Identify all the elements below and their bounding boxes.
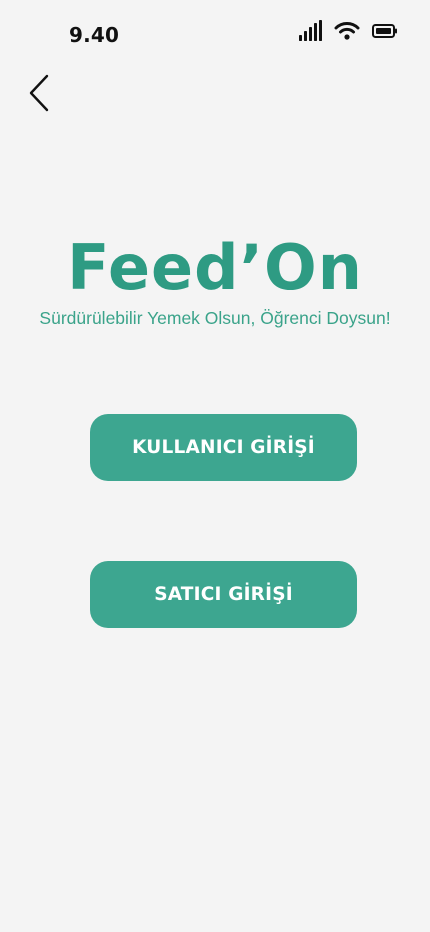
cellular-signal-icon	[299, 20, 322, 41]
seller-login-button[interactable]: SATICI GİRİŞİ	[90, 561, 357, 628]
wifi-icon	[334, 22, 360, 40]
status-time: 9.40	[69, 23, 120, 47]
status-bar: 9.40	[0, 0, 430, 60]
user-login-button[interactable]: KULLANICI GİRİŞİ	[90, 414, 357, 481]
app-tagline: Sürdürülebilir Yemek Olsun, Öğrenci Doys…	[39, 308, 391, 328]
battery-icon	[372, 24, 397, 38]
back-button[interactable]	[22, 70, 58, 116]
chevron-left-icon	[29, 74, 49, 112]
app-logo-title: Feed’On	[67, 231, 363, 304]
